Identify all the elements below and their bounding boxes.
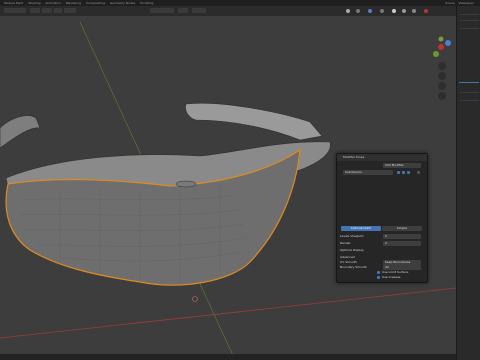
modifier-panel: Modifier Props Add Modifier Subdivision …	[336, 153, 428, 283]
outliner-row[interactable]	[459, 20, 479, 21]
use-limit-surface-checkbox[interactable]	[377, 271, 380, 274]
nose-bridge-logo	[175, 180, 197, 188]
material-shading-icon[interactable]	[402, 9, 406, 13]
levels-viewport-field[interactable]: 2	[383, 234, 421, 239]
perspective-toggle-icon[interactable]	[438, 92, 446, 100]
outliner-row[interactable]	[459, 14, 479, 15]
zoom-icon[interactable]	[438, 62, 446, 70]
xray-icon[interactable]	[380, 9, 384, 13]
pan-icon[interactable]	[438, 72, 446, 80]
edit-mode-icon[interactable]	[397, 171, 400, 174]
mode-dropdown[interactable]	[4, 8, 26, 13]
close-icon[interactable]	[417, 171, 420, 174]
render-label: Render	[340, 241, 351, 245]
right-temple-arm[interactable]	[185, 102, 323, 141]
use-creases-checkbox[interactable]	[377, 276, 380, 279]
axis-gizmo-icon	[433, 36, 451, 57]
visibility-icon[interactable]	[346, 9, 350, 13]
panel-title[interactable]: Modifier Props	[337, 154, 427, 161]
left-temple-arm[interactable]	[0, 115, 41, 149]
viewport-visibility-icon[interactable]	[402, 171, 405, 174]
workspace-tab[interactable]: Scripting	[140, 1, 153, 5]
snap-toggle[interactable]	[192, 8, 206, 13]
rendered-shading-icon[interactable]	[412, 9, 416, 13]
pivot-dropdown[interactable]	[178, 8, 188, 13]
modifier-name-field[interactable]: Subdivision	[343, 170, 393, 175]
viewport-header	[0, 6, 456, 16]
workspace-tab[interactable]: Geometry Nodes	[110, 1, 135, 5]
outliner-row[interactable]	[459, 92, 479, 93]
outliner-selected-row[interactable]	[459, 82, 479, 83]
navigation-gizmo[interactable]	[428, 34, 454, 60]
transform-orientation-dropdown[interactable]	[150, 8, 174, 13]
add-modifier-dropdown[interactable]: Add Modifier	[383, 163, 421, 168]
x-axis-line	[0, 287, 456, 339]
solid-shading-icon[interactable]	[392, 9, 396, 13]
scene-name: Scene	[445, 1, 455, 5]
viewport-nav-buttons	[436, 60, 448, 102]
outliner-row[interactable]	[459, 100, 479, 101]
render-visibility-icon[interactable]	[407, 171, 410, 174]
levels-viewport-label: Levels Viewport	[340, 234, 364, 238]
status-bar	[0, 354, 456, 360]
workspace-tab[interactable]: Texture Paint	[4, 1, 23, 5]
select-menu[interactable]	[42, 8, 52, 13]
properties-sidebar	[456, 6, 480, 360]
use-creases-label: Use Creases	[382, 275, 401, 279]
boundary-smooth-label: Boundary Smooth	[340, 265, 367, 269]
record-icon[interactable]	[424, 9, 428, 13]
optimal-display-label: Optimal Display	[340, 248, 364, 252]
catmull-clark-button[interactable]: Catmull-Clark	[341, 226, 381, 231]
object-menu[interactable]	[64, 8, 76, 13]
camera-view-icon[interactable]	[438, 82, 446, 90]
3d-cursor-icon[interactable]	[192, 296, 198, 302]
view-menu[interactable]	[30, 8, 40, 13]
overlay-icon[interactable]	[368, 9, 372, 13]
workspace-tab[interactable]: Shading	[28, 1, 40, 5]
workspace-tab[interactable]: Rendering	[66, 1, 81, 5]
render-levels-field[interactable]: 2	[383, 241, 421, 246]
gizmo-icon[interactable]	[356, 9, 360, 13]
outliner-row[interactable]	[459, 28, 479, 29]
add-menu[interactable]	[54, 8, 62, 13]
view-layer-name: ViewLayer	[458, 1, 474, 5]
workspace-tab[interactable]: Animation	[45, 1, 60, 5]
blender-window: Texture Paint Shading Animation Renderin…	[0, 0, 480, 360]
simple-button[interactable]: Simple	[382, 226, 422, 231]
workspace-tab[interactable]: Compositing	[86, 1, 105, 5]
